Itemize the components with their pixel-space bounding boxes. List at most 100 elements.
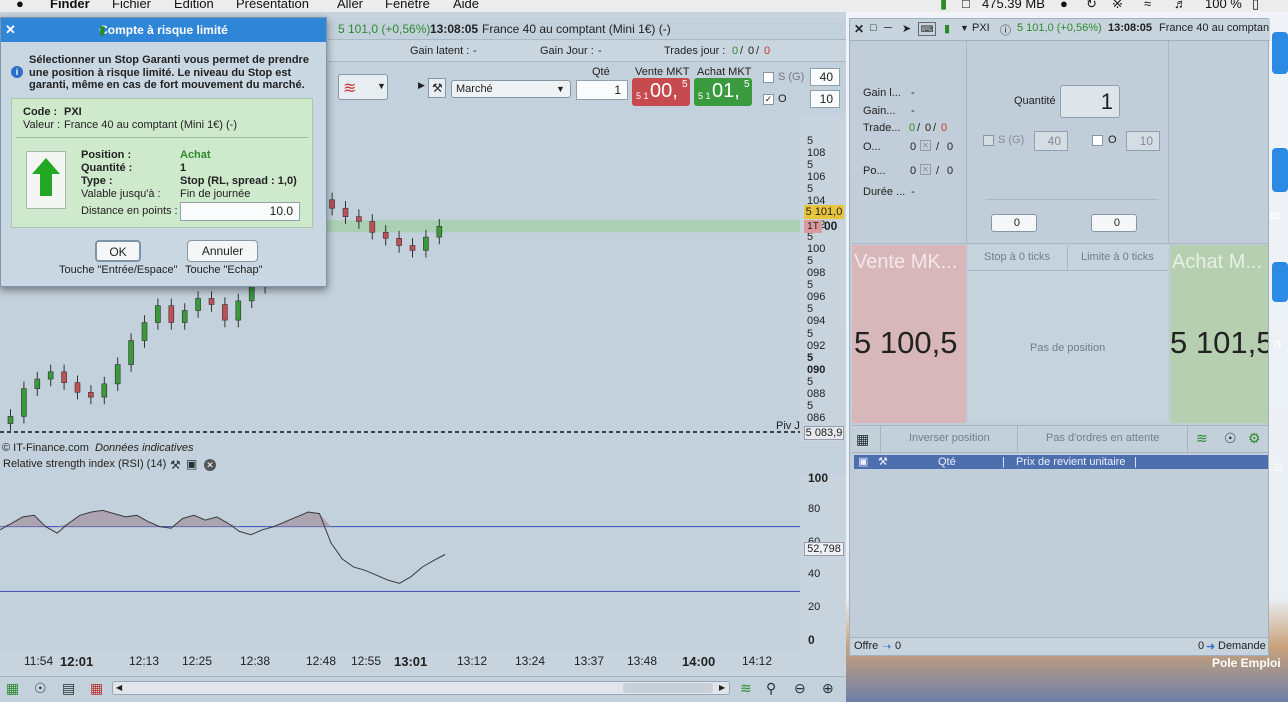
limit-ticks-button[interactable]: Limite à 0 ticks xyxy=(1068,245,1168,271)
candle xyxy=(369,214,376,240)
cancel-button[interactable]: Annuler xyxy=(187,240,258,262)
dock-app-icon[interactable] xyxy=(1272,262,1288,302)
chart-type-button[interactable]: ≋ ▼ xyxy=(338,74,388,100)
menu-aller[interactable]: Aller xyxy=(337,0,363,10)
objective-checkbox[interactable] xyxy=(1092,135,1103,146)
settings-chart-icon[interactable]: ⚙ xyxy=(1248,431,1261,445)
crosshair-icon[interactable]: ☉ xyxy=(1224,431,1237,445)
objective-input[interactable]: 10 xyxy=(1126,131,1160,151)
stop-garanti-input[interactable]: 40 xyxy=(1034,131,1068,151)
table-icon[interactable]: ▦ xyxy=(856,432,869,446)
zoom-out-icon[interactable]: ⊖ xyxy=(794,681,806,695)
price-tick-label: 5 088 xyxy=(807,375,826,400)
candle xyxy=(195,291,201,318)
limit-ticks-stepper[interactable]: 0 xyxy=(1091,214,1137,232)
stop-ticks-button[interactable]: Stop à 0 ticks xyxy=(968,245,1068,271)
dock-app-icon[interactable] xyxy=(1272,32,1288,74)
candle xyxy=(168,298,175,330)
fit-icon[interactable]: ≋ xyxy=(740,681,752,695)
ok-button[interactable]: OK xyxy=(95,240,141,262)
scroll-right-icon[interactable]: ▶ xyxy=(719,683,725,692)
wrench-icon[interactable]: ⚒ xyxy=(428,78,446,98)
stop-garanti-input[interactable]: 40 xyxy=(810,68,840,86)
horizontal-scrollbar[interactable]: ◀ ▶ xyxy=(112,681,730,695)
order-type-select[interactable]: Marché ▼ xyxy=(451,80,571,98)
pending-orders-button[interactable]: Pas d'ordres en attente xyxy=(1018,426,1188,452)
skype-icon[interactable]: ● xyxy=(1060,0,1068,10)
wrench-icon[interactable]: ⚒ xyxy=(878,455,888,469)
gains-bar: Gain latent : - Gain Jour : - Trades jou… xyxy=(326,42,846,62)
zoom-area-icon[interactable]: ⚲ xyxy=(766,681,776,695)
objective-input[interactable]: 10 xyxy=(810,90,840,108)
keyboard-icon[interactable]: ⌨ xyxy=(918,22,936,36)
info-icon[interactable]: ⓘ xyxy=(1000,22,1011,38)
close-icon[interactable]: ✕ xyxy=(854,22,864,36)
close-positions-icon[interactable]: ✕ xyxy=(920,164,931,175)
candle xyxy=(181,303,188,330)
sell-market-button[interactable]: 5 1 00, 5 xyxy=(632,78,690,106)
gain-jour-value: - xyxy=(598,45,602,57)
memory-status[interactable]: 475.39 MB xyxy=(982,0,1045,10)
candle xyxy=(34,371,41,396)
volume-icon[interactable]: ♬ xyxy=(1174,0,1187,10)
dock-app-icon[interactable] xyxy=(1272,148,1288,192)
info-icon: i xyxy=(11,66,23,78)
objective-checkbox[interactable]: ✓ xyxy=(763,94,774,105)
menu-fenetre[interactable]: Fenêtre xyxy=(385,0,430,10)
menu-app-finder[interactable]: Finder xyxy=(50,0,90,10)
tradingview-status-icon[interactable]: ▮ xyxy=(940,0,947,10)
window-icon[interactable]: □ xyxy=(870,22,877,34)
table-icon[interactable]: ▣ xyxy=(858,455,868,469)
rsi-tick-label: 20 xyxy=(808,600,821,613)
valeur-value: France 40 au comptant (Mini 1€) (-) xyxy=(64,119,238,131)
stop-ticks-stepper[interactable]: 0 xyxy=(991,214,1037,232)
menu-edition[interactable]: Edition xyxy=(174,0,214,10)
zoom-in-icon[interactable]: ⊕ xyxy=(822,681,834,695)
distance-input[interactable]: 10.0 xyxy=(180,202,300,221)
window-icon[interactable]: ▣ xyxy=(186,457,197,471)
time-machine-icon[interactable]: ↻ xyxy=(1086,0,1097,10)
col-qte[interactable]: Qté xyxy=(938,455,956,469)
buy-panel[interactable]: Achat M... 5 101,5 xyxy=(1170,245,1268,423)
chart-icon[interactable]: ≋ xyxy=(1196,431,1208,445)
cancel-orders-icon[interactable]: ✕ xyxy=(920,140,931,151)
wifi-icon[interactable]: ≈ xyxy=(1144,0,1151,10)
menu-fichier[interactable]: Fichier xyxy=(112,0,151,10)
order-summary-box: Code : PXI Valeur : France 40 au comptan… xyxy=(11,98,313,228)
stop-garanti-checkbox[interactable] xyxy=(983,135,994,146)
buy-arrow-icon xyxy=(26,151,66,209)
sell-panel[interactable]: Vente MK... 5 100,5 xyxy=(852,245,966,423)
crosshair-icon[interactable]: ☉ xyxy=(34,681,47,695)
reverse-position-button[interactable]: Inverser position xyxy=(880,426,1018,452)
chevron-down-icon[interactable]: ▼ xyxy=(960,23,969,33)
chart-settings-icon[interactable]: ▦ xyxy=(6,681,19,695)
wrench-icon[interactable]: ⚒ xyxy=(170,458,181,472)
chevron-down-icon: ▼ xyxy=(377,81,386,91)
quantity-input[interactable]: 1 xyxy=(576,80,628,100)
quantity-input[interactable]: 1 xyxy=(1060,85,1120,118)
table-icon[interactable]: ▦ xyxy=(90,681,103,695)
time-tick-label: 12:25 xyxy=(182,654,213,668)
list-icon[interactable]: ▤ xyxy=(62,681,75,695)
scroll-left-icon[interactable]: ◀ xyxy=(116,683,122,692)
minimize-icon[interactable]: ─ xyxy=(884,22,892,34)
stop-garanti-checkbox[interactable] xyxy=(763,72,774,83)
menu-aide[interactable]: Aide xyxy=(453,0,479,10)
buy-market-button[interactable]: 5 1 01, 5 xyxy=(694,78,752,106)
positions-list[interactable] xyxy=(852,469,1268,635)
bluetooth-icon[interactable]: ※ xyxy=(1112,0,1123,10)
scrollbar-thumb[interactable] xyxy=(623,683,713,693)
price-tick-label: 5 094 xyxy=(807,303,826,328)
candle xyxy=(141,315,148,348)
trades-separator: / xyxy=(756,45,760,57)
apple-menu-icon[interactable]: ● xyxy=(16,0,24,10)
vente-mkt-label: Vente MKT xyxy=(635,66,690,78)
pin-icon[interactable]: ➤ xyxy=(902,22,911,35)
close-icon[interactable]: ✕ xyxy=(204,459,216,471)
close-icon[interactable]: ✕ xyxy=(5,22,16,38)
battery-percent[interactable]: 100 % xyxy=(1205,0,1242,10)
desktop-file-label[interactable]: Pole Emploi xyxy=(1212,656,1281,670)
col-prix[interactable]: Prix de revient unitaire xyxy=(1016,455,1125,469)
expand-arrow-icon[interactable]: ▶ xyxy=(418,80,425,91)
menu-presentation[interactable]: Présentation xyxy=(236,0,309,10)
